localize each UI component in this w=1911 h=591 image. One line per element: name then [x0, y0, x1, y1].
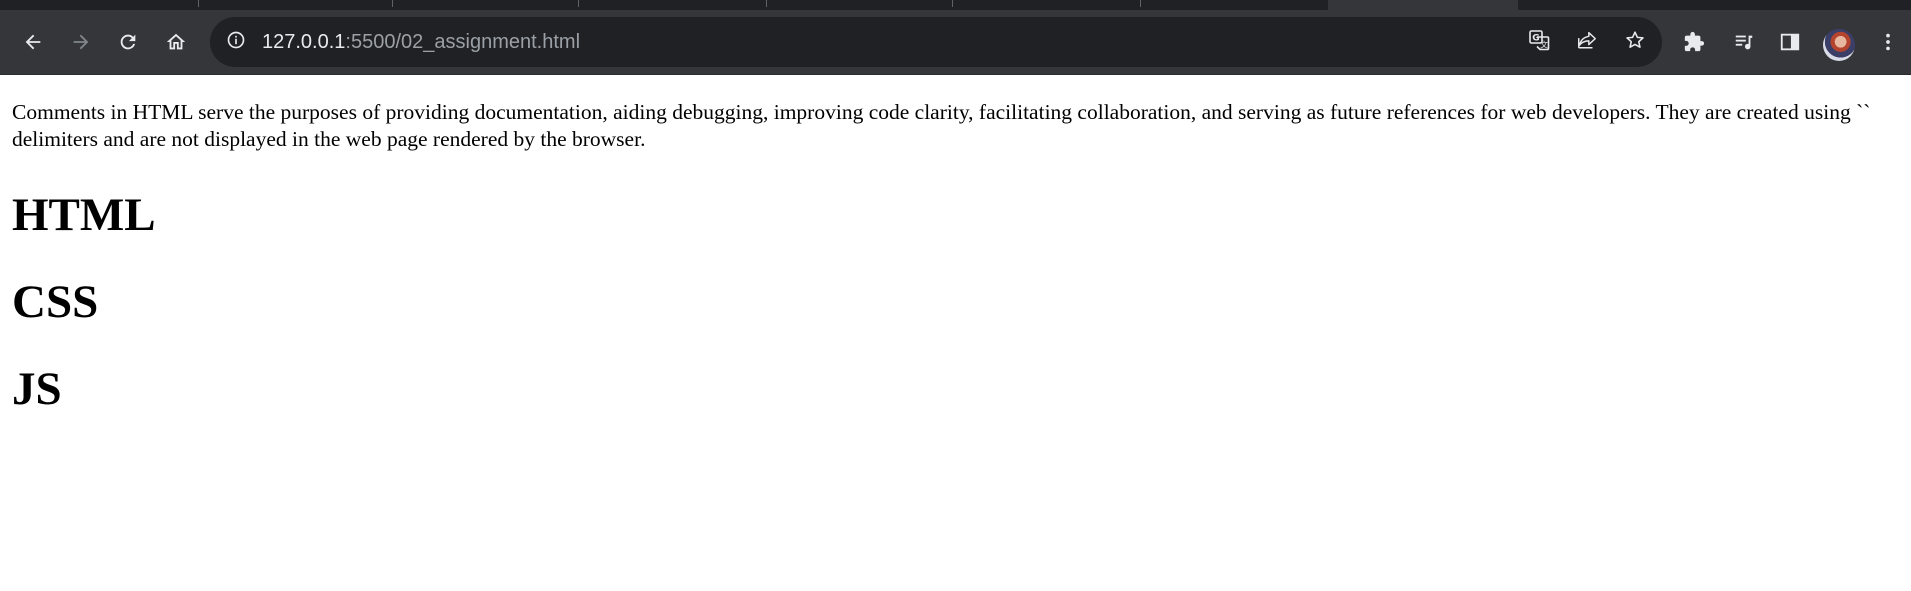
menu-button[interactable]: [1868, 22, 1908, 62]
reload-icon: [117, 31, 139, 53]
translate-icon: G文: [1527, 28, 1551, 57]
svg-text:G: G: [1532, 33, 1539, 43]
tab-strip: [0, 0, 1911, 10]
address-bar[interactable]: 127.0.0.1:5500/02_assignment.html G文: [210, 17, 1662, 67]
active-tab[interactable]: [1328, 0, 1518, 10]
tab-separator: [392, 0, 393, 7]
share-button[interactable]: [1574, 29, 1600, 55]
site-info-button[interactable]: [224, 30, 248, 54]
side-panel-icon: [1779, 31, 1801, 53]
extensions-button[interactable]: [1674, 22, 1714, 62]
back-button[interactable]: [13, 22, 53, 62]
url-host: 127.0.0.1: [262, 31, 346, 53]
playlist-icon: [1733, 31, 1755, 53]
home-icon: [165, 31, 187, 53]
toolbar: 127.0.0.1:5500/02_assignment.html G文: [0, 10, 1911, 75]
comments-paragraph: Comments in HTML serve the purposes of p…: [12, 100, 1871, 151]
kebab-menu-icon: [1877, 31, 1899, 53]
forward-button[interactable]: [61, 22, 101, 62]
info-icon: [226, 30, 246, 55]
arrow-left-icon: [22, 31, 44, 53]
svg-text:文: 文: [1540, 39, 1548, 49]
tab-separator: [1140, 0, 1141, 7]
side-panel-button[interactable]: [1770, 22, 1810, 62]
page-content: Comments in HTML serve the purposes of p…: [0, 99, 1911, 415]
reload-button[interactable]: [108, 22, 148, 62]
home-button[interactable]: [156, 22, 196, 62]
star-icon: [1624, 29, 1646, 56]
tab-separator: [578, 0, 579, 7]
avatar[interactable]: [1823, 29, 1855, 61]
url-text[interactable]: 127.0.0.1:5500/02_assignment.html: [262, 17, 580, 67]
browser-chrome: 127.0.0.1:5500/02_assignment.html G文: [0, 0, 1911, 75]
share-icon: [1576, 29, 1598, 56]
tab-separator: [198, 0, 199, 7]
heading-css: CSS: [12, 276, 99, 328]
puzzle-icon: [1683, 31, 1705, 53]
heading-html: HTML: [12, 189, 156, 241]
tab-separator: [952, 0, 953, 7]
tab-separator: [766, 0, 767, 7]
arrow-right-icon: [70, 31, 92, 53]
url-path: :5500/02_assignment.html: [345, 31, 581, 53]
bookmark-button[interactable]: [1622, 29, 1648, 55]
heading-js: JS: [12, 363, 62, 415]
translate-button[interactable]: G文: [1526, 29, 1552, 55]
media-controls-button[interactable]: [1724, 22, 1764, 62]
